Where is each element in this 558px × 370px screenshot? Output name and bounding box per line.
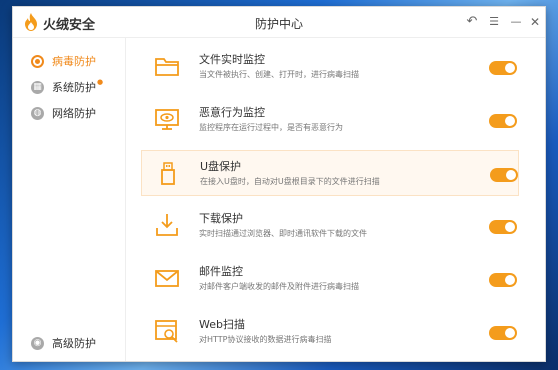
close-button[interactable]: ✕ <box>526 13 544 31</box>
download-protection-toggle[interactable] <box>489 220 517 234</box>
row-title: Web扫描 <box>199 318 245 331</box>
behavior-monitor-toggle[interactable] <box>489 114 517 128</box>
row-title: U盘保护 <box>200 160 242 173</box>
row-description: 监控程序在运行过程中，是否有恶意行为 <box>199 123 343 132</box>
protection-row-web-scan: Web扫描 对HTTP协议接收的数据进行病毒扫描 <box>141 309 519 355</box>
protection-row-file-monitor: 文件实时监控 当文件被执行、创建、打开时，进行病毒扫描 <box>141 44 519 90</box>
monitor-eye-icon <box>155 109 179 130</box>
row-description: 实时扫描通过浏览器、即时通讯软件下载的文件 <box>199 229 367 238</box>
sidebar-item-label: 高级防护 <box>52 337 96 350</box>
sidebar-item-label: 病毒防护 <box>52 55 96 68</box>
row-title: 下载保护 <box>199 212 243 225</box>
row-title: 文件实时监控 <box>199 53 265 66</box>
download-tray-icon <box>156 214 178 236</box>
sidebar-item-label: 网络防护 <box>52 107 96 120</box>
web-scan-toggle[interactable] <box>489 326 517 340</box>
row-title: 恶意行为监控 <box>199 106 265 119</box>
menu-button[interactable]: ☰ <box>485 13 503 31</box>
file-monitor-toggle[interactable] <box>489 61 517 75</box>
row-description: 当文件被执行、创建、打开时，进行病毒扫描 <box>199 70 359 79</box>
row-description: 对邮件客户端收发的邮件及附件进行病毒扫描 <box>199 282 359 291</box>
system-grid-icon: ▦ <box>31 80 44 94</box>
row-title: 邮件监控 <box>199 265 243 278</box>
mail-icon <box>155 270 179 287</box>
globe-icon: ◍ <box>31 106 44 120</box>
protection-row-usb-protection: U盘保护 在接入U盘时，自动对U盘根目录下的文件进行扫描 <box>141 150 519 196</box>
back-button[interactable]: ↶ <box>463 13 481 31</box>
mail-monitor-toggle[interactable] <box>489 273 517 287</box>
notification-dot-icon: ● <box>97 78 104 86</box>
row-description: 对HTTP协议接收的数据进行病毒扫描 <box>199 335 332 344</box>
web-scan-icon <box>155 320 178 343</box>
sidebar-item-label: 系统防护 <box>52 81 96 94</box>
protection-row-mail-monitor: 邮件监控 对邮件客户端收发的邮件及附件进行病毒扫描 <box>141 256 519 302</box>
sidebar-item-virus-protection[interactable]: 病毒防护 <box>31 52 96 70</box>
title-bar: 火绒安全 防护中心 ↶ ☰ — ✕ <box>13 7 545 38</box>
sidebar: 病毒防护 ▦ 系统防护 ● ◍ 网络防护 ◉ 高级防护 <box>13 38 126 361</box>
row-description: 在接入U盘时，自动对U盘根目录下的文件进行扫描 <box>200 177 380 186</box>
minimize-button[interactable]: — <box>507 13 525 31</box>
usb-protection-toggle[interactable] <box>490 168 518 182</box>
sidebar-item-network-protection[interactable]: ◍ 网络防护 <box>31 104 96 122</box>
virus-shield-icon <box>31 54 44 68</box>
sidebar-item-advanced-protection[interactable]: ◉ 高级防护 <box>31 334 96 352</box>
protection-row-behavior-monitor: 恶意行为监控 监控程序在运行过程中，是否有恶意行为 <box>141 97 519 143</box>
app-window: 火绒安全 防护中心 ↶ ☰ — ✕ 病毒防护 ▦ 系统防护 ● ◍ 网络防护 ◉… <box>12 6 546 362</box>
protection-row-download-protection: 下载保护 实时扫描通过浏览器、即时通讯软件下载的文件 <box>141 203 519 249</box>
folder-icon <box>155 58 179 76</box>
usb-drive-icon <box>161 162 175 185</box>
sidebar-item-system-protection[interactable]: ▦ 系统防护 ● <box>31 78 103 96</box>
advanced-shield-icon: ◉ <box>31 336 44 350</box>
